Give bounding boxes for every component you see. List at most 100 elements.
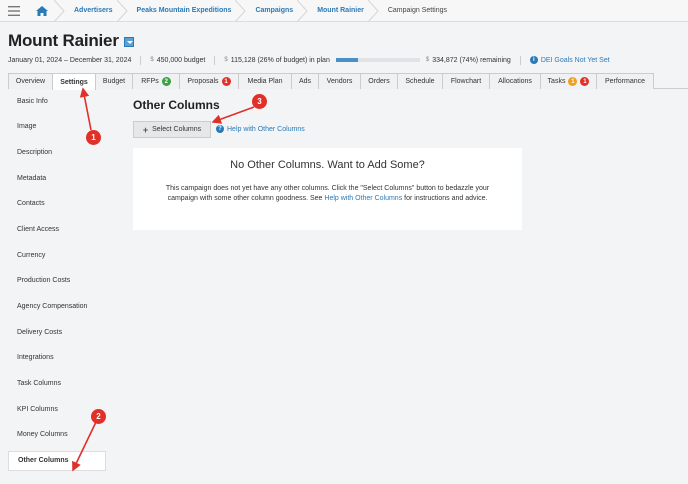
- tab-label: Schedule: [405, 78, 435, 85]
- tab-label: Media Plan: [247, 78, 283, 85]
- menu-icon[interactable]: [0, 0, 28, 21]
- sidebar-item-label: Basic Info: [17, 97, 48, 105]
- breadcrumb-label: Advertisers: [74, 7, 113, 14]
- sidebar-item-description[interactable]: Description: [8, 142, 108, 162]
- sidebar-item-label: Description: [17, 148, 53, 156]
- plus-icon: +: [142, 124, 149, 135]
- tab-proposals[interactable]: Proposals 1: [179, 73, 239, 89]
- dei-goals-label: DEI Goals Not Yet Set: [540, 56, 610, 64]
- breadcrumb-label: Campaigns: [255, 7, 294, 14]
- tab-label: Overview: [15, 78, 46, 85]
- sidebar-item-label: Other Columns: [18, 457, 69, 465]
- sidebar-item-label: Agency Compensation: [17, 303, 88, 310]
- tab-label: Proposals: [187, 78, 219, 85]
- dei-goals-link[interactable]: i DEI Goals Not Yet Set: [529, 56, 610, 64]
- page-header: Mount Rainier: [8, 31, 134, 51]
- breadcrumb-advertiser[interactable]: Peaks Mountain Expeditions: [123, 0, 247, 22]
- breadcrumb-campaign[interactable]: Mount Rainier: [303, 0, 379, 22]
- tab-label: Ads: [298, 78, 312, 85]
- help-icon: ?: [216, 125, 224, 133]
- info-icon: i: [529, 56, 538, 64]
- proposals-count-badge: 1: [221, 77, 231, 86]
- campaign-meta: January 01, 2024 – December 31, 2024 $ 4…: [8, 55, 610, 65]
- sidebar-item-money-columns[interactable]: Money Columns: [8, 425, 108, 445]
- tab-schedule[interactable]: Schedule: [397, 73, 443, 89]
- sidebar-item-label: Task Columns: [17, 380, 61, 388]
- tab-rfps[interactable]: RFPs 2: [132, 73, 180, 89]
- sidebar-item-delivery-costs[interactable]: Delivery Costs: [8, 322, 108, 342]
- sidebar-item-label: Integrations: [17, 354, 54, 362]
- empty-state-help-link[interactable]: Help with Other Columns: [324, 195, 402, 202]
- sidebar-item-production-costs[interactable]: Production Costs: [8, 271, 108, 291]
- tasks-warning-badge: 1: [568, 77, 578, 86]
- tab-allocations[interactable]: Allocations: [489, 73, 541, 89]
- rfps-count-badge: 2: [161, 77, 171, 86]
- budget-progress-bar: [335, 58, 420, 62]
- sidebar-item-currency[interactable]: Currency: [8, 245, 108, 265]
- home-icon: [36, 5, 48, 16]
- help-other-columns-link[interactable]: ? Help with Other Columns: [216, 125, 305, 133]
- sidebar-item-client-access[interactable]: Client Access: [8, 219, 108, 239]
- help-link-label: Help with Other Columns: [227, 125, 305, 133]
- currency-icon: $: [150, 57, 154, 63]
- tab-performance[interactable]: Performance: [596, 73, 654, 89]
- select-columns-label: Select Columns: [152, 126, 202, 133]
- tab-label: Settings: [60, 78, 88, 86]
- page-title: Mount Rainier: [8, 31, 119, 50]
- breadcrumb-current: Campaign Settings: [374, 0, 457, 21]
- sidebar-item-basic-info[interactable]: Basic Info: [8, 91, 108, 111]
- tab-label: Tasks: [547, 78, 566, 85]
- sidebar-item-label: Money Columns: [17, 431, 68, 439]
- sidebar-item-label: Metadata: [17, 174, 47, 182]
- tab-label: Vendors: [326, 78, 353, 85]
- sidebar-item-task-columns[interactable]: Task Columns: [8, 374, 108, 394]
- tab-overview[interactable]: Overview: [8, 73, 53, 89]
- empty-state-card: No Other Columns. Want to Add Some? This…: [133, 148, 522, 230]
- empty-state-text-after: for instructions and advice.: [404, 195, 488, 202]
- tab-label: Allocations: [498, 78, 532, 85]
- tab-label: Flowchart: [450, 78, 482, 85]
- tab-settings[interactable]: Settings: [52, 73, 96, 90]
- empty-state-heading: No Other Columns. Want to Add Some?: [230, 159, 425, 171]
- tab-label: Orders: [368, 78, 390, 85]
- tab-media-plan[interactable]: Media Plan: [238, 73, 292, 89]
- tab-label: Budget: [102, 78, 126, 85]
- tab-ads[interactable]: Ads: [291, 73, 319, 89]
- campaign-tabs: Overview Settings Budget RFPs 2 Proposals…: [8, 73, 688, 90]
- sidebar-item-label: Delivery Costs: [17, 328, 63, 336]
- currency-icon: $: [425, 57, 430, 63]
- campaign-budget: 450,000 budget: [156, 56, 206, 64]
- tab-orders[interactable]: Orders: [360, 73, 398, 89]
- sidebar-item-label: Contacts: [17, 200, 45, 208]
- section-title: Other Columns: [133, 98, 220, 112]
- annotation-marker-2: 2: [91, 409, 106, 424]
- home-crumb[interactable]: [28, 0, 65, 22]
- sidebar-item-integrations[interactable]: Integrations: [8, 348, 108, 368]
- campaign-in-plan: 115,128 (26% of budget) in plan: [230, 56, 330, 64]
- currency-icon: $: [224, 57, 228, 63]
- breadcrumb-label: Peaks Mountain Expeditions: [136, 7, 232, 14]
- sidebar-item-contacts[interactable]: Contacts: [8, 194, 108, 214]
- sidebar-item-metadata[interactable]: Metadata: [8, 168, 108, 188]
- tab-tasks[interactable]: Tasks 1 1: [540, 73, 597, 89]
- breadcrumb-advertisers[interactable]: Advertisers: [60, 0, 128, 22]
- sidebar-item-label: KPI Columns: [17, 405, 58, 413]
- breadcrumb-label: Campaign Settings: [387, 7, 448, 14]
- breadcrumb: Advertisers Peaks Mountain Expeditions C…: [28, 0, 457, 22]
- sidebar-item-agency-compensation[interactable]: Agency Compensation: [8, 297, 108, 317]
- tab-vendors[interactable]: Vendors: [318, 73, 361, 89]
- select-columns-button[interactable]: + Select Columns: [133, 121, 211, 138]
- tab-budget[interactable]: Budget: [95, 73, 133, 89]
- sidebar-item-other-columns[interactable]: Other Columns: [8, 450, 106, 471]
- title-dropdown-icon[interactable]: [123, 37, 134, 47]
- breadcrumb-label: Mount Rainier: [317, 7, 364, 14]
- breadcrumb-campaigns[interactable]: Campaigns: [241, 0, 308, 22]
- campaign-dates: January 01, 2024 – December 31, 2024: [8, 56, 132, 64]
- tab-label: Performance: [604, 78, 646, 85]
- sidebar-item-label: Client Access: [17, 225, 60, 233]
- sidebar-item-label: Currency: [17, 251, 46, 259]
- tab-flowchart[interactable]: Flowchart: [442, 73, 490, 89]
- divider: [214, 55, 216, 65]
- tab-label: RFPs: [141, 78, 159, 85]
- divider: [140, 55, 142, 65]
